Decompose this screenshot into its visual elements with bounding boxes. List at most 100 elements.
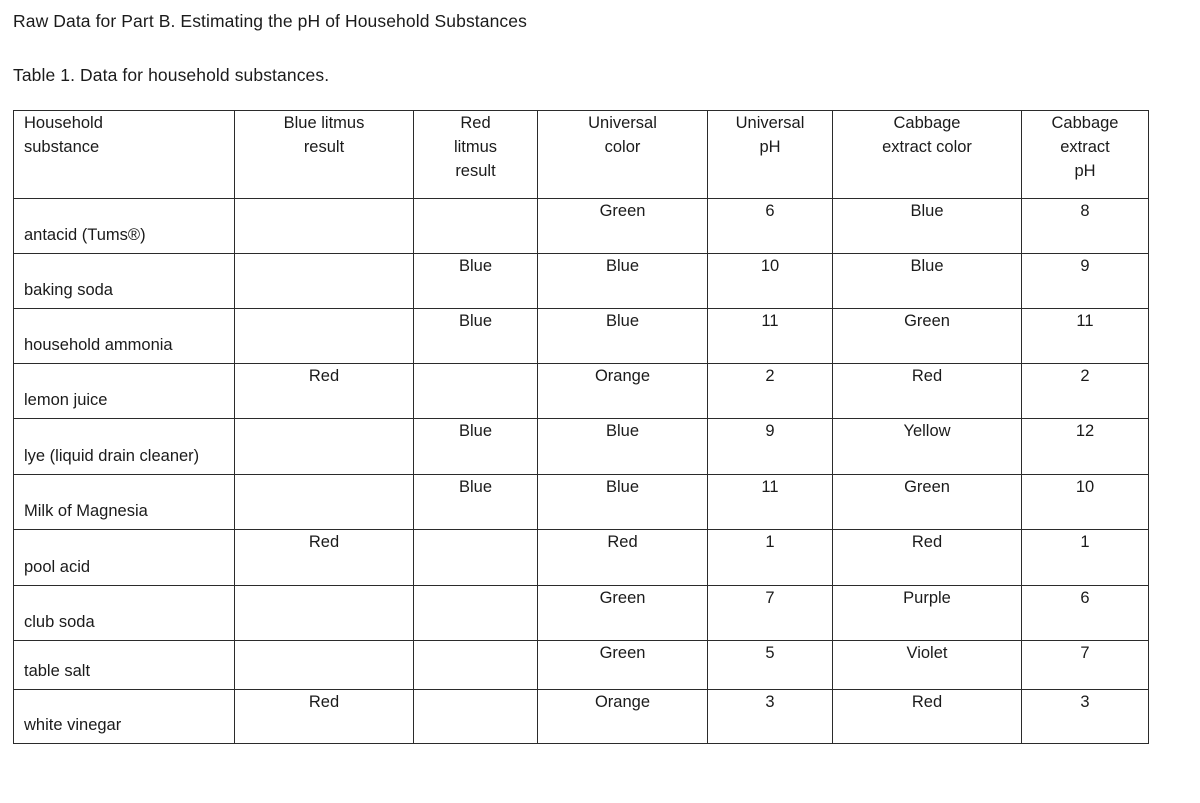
page-title: Raw Data for Part B. Estimating the pH o…: [13, 11, 527, 31]
cell-universal-color: Blue: [537, 253, 708, 309]
cell-substance: lemon juice: [13, 363, 235, 419]
table-row: antacid (Tums®) Green 6 Blue 8: [13, 198, 1149, 254]
cell-cabbage-color: Red: [832, 529, 1022, 586]
header-line: result: [455, 162, 496, 180]
cell-cabbage-color: Green: [832, 308, 1022, 364]
cell-cabbage-color: Blue: [832, 198, 1022, 254]
cell-universal-color: Green: [537, 640, 708, 690]
cell-substance: Milk of Magnesia: [13, 474, 235, 530]
header-line: result: [303, 138, 345, 156]
header-line: litmus: [453, 138, 498, 156]
cell-universal-ph: 1: [707, 529, 833, 586]
cell-substance: lye (liquid drain cleaner): [13, 418, 235, 475]
cell-red-litmus: Blue: [413, 418, 538, 475]
cell-universal-ph: 5: [707, 640, 833, 690]
cell-universal-color: Green: [537, 585, 708, 641]
cell-blue-litmus: Red: [234, 529, 414, 586]
cell-universal-ph: 2: [707, 363, 833, 419]
cell-universal-color: Blue: [537, 474, 708, 530]
header-line: Cabbage: [1051, 114, 1119, 132]
table-row: lye (liquid drain cleaner) Blue Blue 9 Y…: [13, 418, 1149, 475]
cell-blue-litmus: Red: [234, 689, 414, 744]
cell-cabbage-color: Purple: [832, 585, 1022, 641]
header-line: substance: [24, 138, 100, 156]
header-line: pH: [759, 138, 781, 156]
cell-universal-color: Green: [537, 198, 708, 254]
table-row: household ammonia Blue Blue 11 Green 11: [13, 308, 1149, 364]
table-row: Milk of Magnesia Blue Blue 11 Green 10: [13, 474, 1149, 530]
cell-blue-litmus: [234, 253, 414, 309]
cell-red-litmus: [413, 198, 538, 254]
cell-red-litmus: Blue: [413, 308, 538, 364]
header-line: Cabbage: [893, 114, 961, 132]
cell-red-litmus: [413, 689, 538, 744]
cell-red-litmus: [413, 640, 538, 690]
cell-red-litmus: [413, 363, 538, 419]
table-row: pool acid Red Red 1 Red 1: [13, 529, 1149, 586]
cell-substance: pool acid: [13, 529, 235, 586]
column-header-cabbage-extract-color: Cabbage extract color: [832, 110, 1022, 199]
table-row: lemon juice Red Orange 2 Red 2: [13, 363, 1149, 419]
cell-universal-ph: 9: [707, 418, 833, 475]
cell-cabbage-color: Violet: [832, 640, 1022, 690]
cell-cabbage-ph: 12: [1021, 418, 1149, 475]
cell-red-litmus: Blue: [413, 474, 538, 530]
cell-red-litmus: Blue: [413, 253, 538, 309]
cell-red-litmus: [413, 585, 538, 641]
cell-cabbage-color: Red: [832, 363, 1022, 419]
cell-blue-litmus: [234, 198, 414, 254]
header-line: extract: [1060, 138, 1110, 156]
cell-blue-litmus: [234, 640, 414, 690]
cell-universal-color: Orange: [537, 689, 708, 744]
cell-substance: club soda: [13, 585, 235, 641]
cell-universal-color: Blue: [537, 418, 708, 475]
household-substances-table: Household substance Blue litmus result R…: [13, 110, 1149, 744]
header-line: Universal: [735, 114, 805, 132]
header-row: Household substance Blue litmus result R…: [13, 110, 1149, 199]
table-header: Household substance Blue litmus result R…: [13, 110, 1149, 199]
cell-blue-litmus: Red: [234, 363, 414, 419]
cell-universal-ph: 11: [707, 474, 833, 530]
cell-cabbage-ph: 6: [1021, 585, 1149, 641]
cell-cabbage-ph: 3: [1021, 689, 1149, 744]
table-row: table salt Green 5 Violet 7: [13, 640, 1149, 690]
cell-cabbage-color: Blue: [832, 253, 1022, 309]
cell-cabbage-ph: 1: [1021, 529, 1149, 586]
header-line: extract color: [882, 138, 972, 156]
cell-cabbage-ph: 11: [1021, 308, 1149, 364]
cell-cabbage-color: Red: [832, 689, 1022, 744]
document-page: Raw Data for Part B. Estimating the pH o…: [0, 0, 1200, 803]
column-header-universal-ph: Universal pH: [707, 110, 833, 199]
cell-universal-color: Blue: [537, 308, 708, 364]
table-row: white vinegar Red Orange 3 Red 3: [13, 689, 1149, 744]
cell-substance: antacid (Tums®): [13, 198, 235, 254]
cell-cabbage-ph: 2: [1021, 363, 1149, 419]
cell-substance: white vinegar: [13, 689, 235, 744]
header-line: Household: [24, 114, 103, 132]
table-row: baking soda Blue Blue 10 Blue 9: [13, 253, 1149, 309]
header-line: Universal: [588, 114, 657, 132]
cell-substance: household ammonia: [13, 308, 235, 364]
header-line: Blue litmus: [283, 114, 365, 132]
cell-cabbage-color: Green: [832, 474, 1022, 530]
cell-universal-color: Red: [537, 529, 708, 586]
cell-cabbage-ph: 9: [1021, 253, 1149, 309]
table-body: antacid (Tums®) Green 6 Blue 8 baking so…: [13, 198, 1149, 744]
cell-universal-ph: 7: [707, 585, 833, 641]
cell-universal-ph: 6: [707, 198, 833, 254]
column-header-cabbage-extract-ph: Cabbage extract pH: [1021, 110, 1149, 199]
header-line: color: [604, 138, 641, 156]
header-line: pH: [1074, 162, 1096, 180]
cell-blue-litmus: [234, 585, 414, 641]
cell-substance: table salt: [13, 640, 235, 690]
cell-substance: baking soda: [13, 253, 235, 309]
cell-universal-color: Orange: [537, 363, 708, 419]
cell-cabbage-ph: 7: [1021, 640, 1149, 690]
cell-cabbage-ph: 8: [1021, 198, 1149, 254]
cell-universal-ph: 3: [707, 689, 833, 744]
cell-universal-ph: 10: [707, 253, 833, 309]
cell-cabbage-ph: 10: [1021, 474, 1149, 530]
column-header-substance: Household substance: [13, 110, 235, 199]
table-caption: Table 1. Data for household substances.: [13, 65, 330, 85]
cell-cabbage-color: Yellow: [832, 418, 1022, 475]
